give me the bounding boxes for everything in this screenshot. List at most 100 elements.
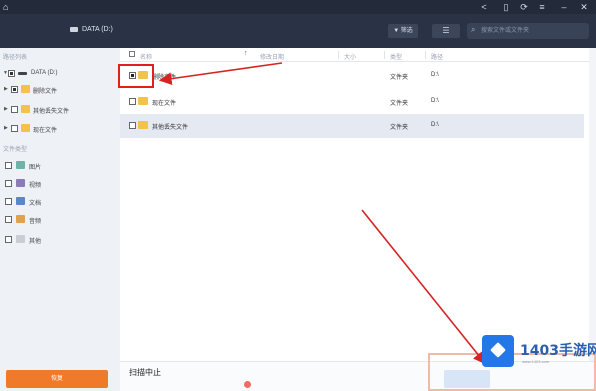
tree-item-deleted-files[interactable]: ▶ 删除文件 <box>0 84 118 96</box>
type-item-images[interactable]: 图片 <box>0 160 118 172</box>
type-item-label: 视频 <box>29 183 42 189</box>
tree-item-drive[interactable]: ▼ DATA (D:) <box>0 68 118 80</box>
sidebar: 路径列表 ▼ DATA (D:) ▶ 删除文件 ▶ 其他丢失文件 ▶ 现在文件 … <box>0 48 120 391</box>
current-drive: DATA (D:) <box>70 26 113 33</box>
list-menu-button[interactable]: ☰ <box>432 24 460 38</box>
other-icon <box>16 235 25 243</box>
folder-icon <box>138 97 148 105</box>
recover-button[interactable]: 恢复 <box>6 370 108 388</box>
folder-icon <box>138 121 148 129</box>
tree-item-label: 现在文件 <box>33 128 58 134</box>
images-checkbox[interactable] <box>5 162 12 169</box>
existing-files-checkbox[interactable] <box>11 125 18 132</box>
column-divider <box>425 51 426 59</box>
document-icon <box>16 197 25 205</box>
row-type: 文件夹 <box>390 125 409 131</box>
drive-checkbox[interactable] <box>8 70 15 77</box>
filter-icon: ▼ <box>393 28 401 34</box>
drive-icon <box>18 72 27 75</box>
title-bar: ⌂ < ▯ ⟳ ≡ – ✕ <box>0 0 596 14</box>
table-row[interactable]: 现在文件 文件夹 D:\ <box>120 90 584 114</box>
restore-icon[interactable]: ⟳ <box>518 1 530 13</box>
search-box[interactable]: ⌕ <box>467 23 589 39</box>
column-name[interactable]: 名称 <box>140 52 152 61</box>
tree-item-label: 其他丢失文件 <box>33 109 70 115</box>
drive-icon <box>70 26 78 32</box>
video-icon <box>16 179 25 187</box>
type-item-label: 图片 <box>29 165 42 171</box>
image-icon <box>16 161 25 169</box>
watermark-logo-icon <box>482 335 514 367</box>
folder-icon <box>21 105 30 113</box>
tree-item-label: 删除文件 <box>33 89 58 95</box>
table-row[interactable]: 删除文件 文件夹 D:\ <box>120 64 584 88</box>
type-item-other[interactable]: 其他 <box>0 234 118 246</box>
file-list: 名称 ↑ 修改日期 大小 类型 路径 删除文件 文件夹 D:\ 现在文件 文件夹… <box>120 48 596 361</box>
watermark-brand: 1403手游网 <box>520 343 596 359</box>
audio-checkbox[interactable] <box>5 216 12 223</box>
toolbar: DATA (D:) ▼ 筛选 ☰ ⌕ <box>0 14 596 48</box>
type-item-audio[interactable]: 音频 <box>0 214 118 226</box>
row-path: D:\ <box>431 98 439 104</box>
row-type: 文件夹 <box>390 75 409 81</box>
watermark-url: www.1403.com <box>522 359 550 364</box>
select-all-checkbox[interactable] <box>129 51 135 57</box>
table-row[interactable]: 其他丢失文件 文件夹 D:\ <box>120 114 584 138</box>
type-item-label: 其他 <box>29 239 42 245</box>
column-divider <box>338 51 339 59</box>
row-path: D:\ <box>431 122 439 128</box>
section-type-heading: 文件类型 <box>3 147 28 153</box>
stop-icon[interactable] <box>244 381 251 388</box>
tree-item-other-lost-files[interactable]: ▶ 其他丢失文件 <box>0 104 118 116</box>
vertical-scrollbar[interactable] <box>589 48 596 361</box>
row-type: 文件夹 <box>390 101 409 107</box>
folder-icon <box>21 85 30 93</box>
type-item-documents[interactable]: 文档 <box>0 196 118 208</box>
videos-checkbox[interactable] <box>5 180 12 187</box>
filter-label: 筛选 <box>400 28 413 34</box>
deleted-files-checkbox[interactable] <box>11 86 18 93</box>
drive-label: DATA (D:) <box>82 26 113 33</box>
tree-item-existing-files[interactable]: ▶ 现在文件 <box>0 123 118 135</box>
mobile-icon[interactable]: ▯ <box>500 1 512 13</box>
watermark: 1403手游网 www.1403.com <box>478 333 596 375</box>
expand-arrow-icon[interactable]: ▶ <box>4 106 8 112</box>
row-name: 删除文件 <box>152 75 177 81</box>
row-checkbox[interactable] <box>129 122 136 129</box>
column-divider <box>384 51 385 59</box>
search-input[interactable] <box>481 25 585 37</box>
column-modified[interactable]: 修改日期 <box>260 52 284 61</box>
annotation-highlight-box <box>118 64 154 88</box>
recover-label: 恢复 <box>50 376 63 382</box>
row-name: 其他丢失文件 <box>152 125 189 131</box>
other-lost-files-checkbox[interactable] <box>11 106 18 113</box>
section-path-heading: 路径列表 <box>3 55 28 61</box>
type-item-label: 文档 <box>29 201 42 207</box>
list-icon: ☰ <box>442 26 450 35</box>
sort-arrow-icon[interactable]: ↑ <box>244 50 248 57</box>
row-checkbox[interactable] <box>129 98 136 105</box>
audio-icon <box>16 215 25 223</box>
column-size[interactable]: 大小 <box>344 52 356 61</box>
menu-icon[interactable]: ≡ <box>536 1 548 13</box>
home-icon[interactable]: ⌂ <box>3 2 13 12</box>
row-path: D:\ <box>431 72 439 78</box>
other-checkbox[interactable] <box>5 236 12 243</box>
type-item-label: 音频 <box>29 219 42 225</box>
column-header: 名称 ↑ 修改日期 大小 类型 路径 <box>120 48 596 62</box>
column-type[interactable]: 类型 <box>390 52 402 61</box>
filter-button[interactable]: ▼ 筛选 <box>388 24 418 38</box>
column-path[interactable]: 路径 <box>431 52 443 61</box>
row-name: 现在文件 <box>152 101 177 107</box>
tree-item-label: DATA (D:) <box>31 70 58 76</box>
scan-status-title: 扫描中止 <box>129 368 161 377</box>
search-icon: ⌕ <box>471 25 476 34</box>
type-item-videos[interactable]: 视频 <box>0 178 118 190</box>
share-icon[interactable]: < <box>478 1 490 13</box>
folder-icon <box>21 124 30 132</box>
expand-arrow-icon[interactable]: ▶ <box>4 125 8 131</box>
close-icon[interactable]: ✕ <box>578 1 590 13</box>
documents-checkbox[interactable] <box>5 198 12 205</box>
expand-arrow-icon[interactable]: ▶ <box>4 86 8 92</box>
minimize-icon[interactable]: – <box>558 1 570 13</box>
